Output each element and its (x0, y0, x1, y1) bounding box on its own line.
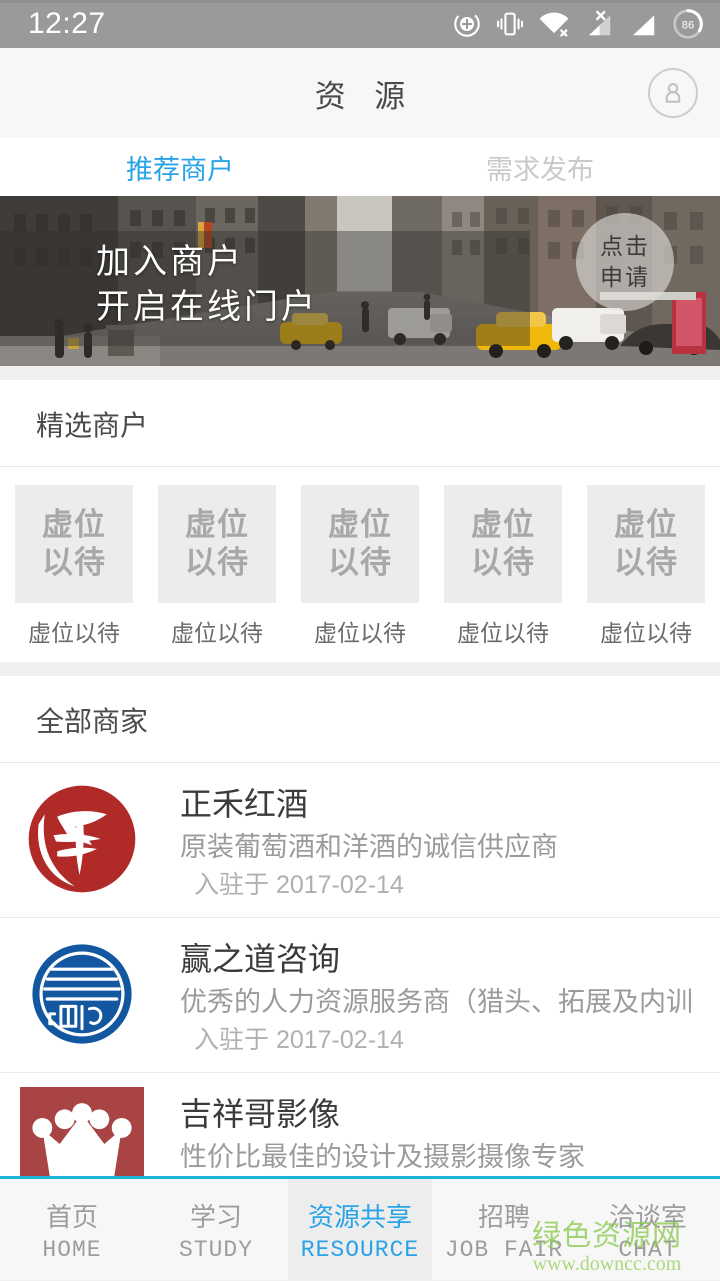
tab-recommended-merchants[interactable]: 推荐商户 (0, 148, 360, 187)
tab-bar: 推荐商户 需求发布 (0, 138, 720, 196)
banner-headline: 加入商户 开启在线门户 (96, 240, 318, 330)
apply-button-line1: 点击 (600, 233, 650, 259)
user-avatar-button[interactable] (648, 68, 698, 118)
section-divider (0, 366, 720, 380)
all-merchants-section-title: 全部商家 (0, 676, 720, 763)
banner-headline-line1: 加入商户 (96, 243, 244, 281)
status-bar-icons: 86 (452, 8, 704, 40)
nav-label-cn: 招聘 (477, 1201, 530, 1232)
thumb-line2: 以待 (328, 545, 392, 580)
featured-card-label: 虚位以待 (600, 620, 692, 646)
nav-label-en: RESOURCE (300, 1236, 420, 1263)
nav-label-cn: 首页 (45, 1201, 98, 1232)
status-bar-clock: 12:27 (28, 7, 106, 40)
thumb-line1: 虚位 (471, 507, 535, 542)
featured-placeholder-thumb: 虚位 以待 (587, 485, 705, 603)
thumb-line2: 以待 (471, 545, 535, 580)
merchant-logo (20, 932, 144, 1056)
nav-item-chat[interactable]: 洽谈室 CHAT (576, 1179, 720, 1280)
add-circle-icon (454, 11, 480, 37)
featured-card[interactable]: 虚位 以待 虚位以待 (296, 485, 424, 648)
featured-card-label: 虚位以待 (314, 620, 406, 646)
apply-button-line2: 申请 (600, 264, 650, 290)
featured-card-label: 虚位以待 (171, 620, 263, 646)
featured-card[interactable]: 虚位 以待 虚位以待 (439, 485, 567, 648)
merchant-description: 优秀的人力资源服务商（猎头、拓展及内训 (180, 987, 693, 1017)
nav-label-cn: 资源共享 (307, 1201, 412, 1232)
merchant-logo (20, 777, 144, 901)
bottom-navigation-bar: 首页 HOME 学习 STUDY 资源共享 RESOURCE 招聘 JOB FA… (0, 1176, 720, 1280)
featured-card[interactable]: 虚位 以待 虚位以待 (582, 485, 710, 648)
merchant-name: 正禾红酒 (180, 786, 309, 822)
battery-icon: 86 (673, 9, 703, 39)
nav-item-home[interactable]: 首页 HOME (0, 1179, 144, 1280)
yingzhidao-seal-logo (32, 944, 132, 1044)
nav-label-en: HOME (42, 1236, 102, 1263)
merchant-info: 正禾红酒 原装葡萄酒和洋酒的诚信供应商 入驻于 2017-02-14 (144, 777, 558, 903)
join-merchant-banner[interactable]: 加入商户 开启在线门户 点击 申请 (0, 196, 720, 366)
page-title: 资 源 (314, 78, 416, 114)
merchant-row[interactable]: 赢之道咨询 优秀的人力资源服务商（猎头、拓展及内训 入驻于 2017-02-14 (0, 918, 720, 1073)
featured-card[interactable]: 虚位 以待 虚位以待 (153, 485, 281, 648)
thumb-line1: 虚位 (42, 507, 106, 542)
no-sim-signal-icon (589, 10, 611, 36)
nav-item-study[interactable]: 学习 STUDY (144, 1179, 288, 1280)
thumb-line2: 以待 (42, 545, 106, 580)
merchant-joined-date: 入驻于 2017-02-14 (194, 1026, 404, 1054)
featured-card-label: 虚位以待 (28, 620, 120, 646)
nav-item-job-fair[interactable]: 招聘 JOB FAIR (432, 1179, 576, 1280)
section-divider (0, 662, 720, 676)
nav-label-cn: 洽谈室 (608, 1201, 687, 1232)
thumb-line2: 以待 (614, 545, 678, 580)
featured-section-title: 精选商户 (0, 380, 720, 467)
vibrate-icon (496, 12, 524, 36)
merchant-row[interactable]: 正禾红酒 原装葡萄酒和洋酒的诚信供应商 入驻于 2017-02-14 (0, 763, 720, 918)
merchant-name: 赢之道咨询 (180, 941, 341, 977)
all-merchants-list: 正禾红酒 原装葡萄酒和洋酒的诚信供应商 入驻于 2017-02-14 赢之道咨询… (0, 763, 720, 1228)
banner-headline-line2: 开启在线门户 (96, 288, 318, 326)
featured-placeholder-thumb: 虚位 以待 (158, 485, 276, 603)
nav-item-resource[interactable]: 资源共享 RESOURCE (288, 1179, 432, 1280)
status-bar: 12:27 86 (0, 0, 720, 48)
app-header: 资 源 (0, 48, 720, 138)
nav-label-cn: 学习 (189, 1201, 242, 1232)
wifi-off-icon (539, 12, 569, 37)
thumb-line1: 虚位 (328, 507, 392, 542)
apply-button[interactable]: 点击 申请 (576, 213, 674, 311)
nav-label-en: JOB FAIR (444, 1236, 564, 1263)
merchant-name: 吉祥哥影像 (180, 1096, 341, 1132)
featured-card[interactable]: 虚位 以待 虚位以待 (10, 485, 138, 648)
thumb-line2: 以待 (185, 545, 249, 580)
nav-label-en: CHAT (618, 1236, 678, 1263)
thumb-line1: 虚位 (185, 507, 249, 542)
signal-icon (633, 15, 655, 36)
merchant-description: 原装葡萄酒和洋酒的诚信供应商 (180, 832, 558, 862)
nav-label-en: STUDY (178, 1236, 253, 1263)
battery-level-text: 86 (682, 20, 694, 32)
merchant-info: 赢之道咨询 优秀的人力资源服务商（猎头、拓展及内训 入驻于 2017-02-14 (144, 932, 693, 1058)
featured-merchants-list: 虚位 以待 虚位以待 虚位 以待 虚位以待 虚位 以待 虚位以待 虚位 以待 虚… (0, 467, 720, 662)
tab-demand-posting[interactable]: 需求发布 (360, 148, 720, 187)
featured-card-label: 虚位以待 (457, 620, 549, 646)
user-avatar-icon (665, 82, 681, 103)
zhenghe-wine-logo (28, 785, 136, 893)
merchant-joined-date: 入驻于 2017-02-14 (194, 871, 404, 899)
featured-placeholder-thumb: 虚位 以待 (15, 485, 133, 603)
featured-placeholder-thumb: 虚位 以待 (444, 485, 562, 603)
merchant-description: 性价比最佳的设计及摄影摄像专家 (180, 1142, 585, 1172)
thumb-line1: 虚位 (614, 507, 678, 542)
featured-placeholder-thumb: 虚位 以待 (301, 485, 419, 603)
